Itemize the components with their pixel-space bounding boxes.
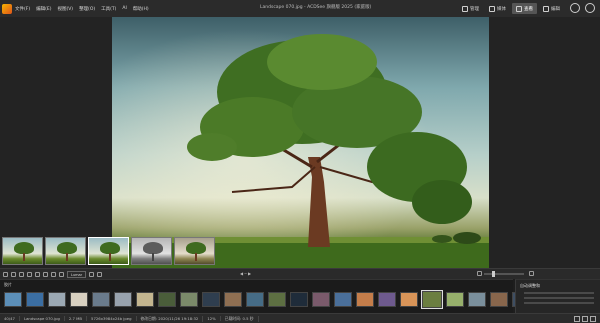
filmstrip-thumb[interactable] bbox=[48, 292, 66, 307]
preset-warm[interactable] bbox=[174, 237, 215, 265]
preset-bw[interactable] bbox=[131, 237, 172, 265]
status-dimensions: 5726x3984x24b jpeg bbox=[87, 316, 137, 321]
grid-view-icon[interactable] bbox=[582, 316, 588, 322]
filmstrip: 胶片 bbox=[0, 279, 596, 313]
zoom-slider[interactable] bbox=[484, 270, 524, 277]
menu-tools[interactable]: 工具(T) bbox=[101, 6, 116, 12]
filmstrip-thumb[interactable] bbox=[378, 292, 396, 307]
info-panel-sliders bbox=[524, 292, 594, 304]
mode-tabs: 管理 媒体 查看 编辑 bbox=[458, 3, 564, 14]
filmstrip-thumb[interactable] bbox=[421, 290, 443, 309]
filmstrip-thumb[interactable] bbox=[158, 292, 176, 307]
info-slider[interactable] bbox=[524, 292, 594, 294]
eye-icon bbox=[516, 5, 522, 12]
histogram-icon[interactable] bbox=[59, 271, 64, 277]
zoom-control bbox=[474, 270, 534, 277]
filmstrip-thumb[interactable] bbox=[446, 292, 464, 307]
filmstrip-row bbox=[4, 290, 596, 309]
preset-vivid[interactable] bbox=[45, 237, 86, 265]
filmstrip-thumb[interactable] bbox=[70, 292, 88, 307]
rotate-left-icon[interactable] bbox=[3, 271, 8, 277]
filmstrip-thumb[interactable] bbox=[334, 292, 352, 307]
filmstrip-thumb[interactable] bbox=[26, 292, 44, 307]
app-logo-icon bbox=[2, 3, 12, 14]
status-load-time: 已载时间: 0.5 秒 bbox=[221, 315, 259, 322]
preset-strip bbox=[2, 237, 215, 265]
info-slider[interactable] bbox=[524, 302, 594, 304]
actual-size-icon[interactable] bbox=[35, 271, 40, 277]
image-viewer[interactable] bbox=[0, 17, 600, 268]
filmstrip-thumb[interactable] bbox=[268, 292, 286, 307]
crop-icon[interactable] bbox=[19, 271, 24, 277]
zoom-out-icon[interactable] bbox=[477, 271, 482, 276]
filmstrip-label: 胶片 bbox=[4, 282, 12, 287]
panel-toggle-icon[interactable] bbox=[590, 316, 596, 322]
preset-bright[interactable] bbox=[88, 237, 129, 265]
zoom-slider-knob[interactable] bbox=[492, 270, 495, 277]
filmstrip-thumb[interactable] bbox=[4, 292, 22, 307]
mode-tab-edit[interactable]: 编辑 bbox=[539, 3, 564, 14]
filmstrip-thumb[interactable] bbox=[490, 292, 508, 307]
filmstrip-thumb[interactable] bbox=[400, 292, 418, 307]
filmstrip-thumb[interactable] bbox=[224, 292, 242, 307]
status-bar: 40/47 Landscape 070.jpg 2.7 MB 5726x3984… bbox=[0, 313, 600, 323]
zoom-in-icon[interactable] bbox=[89, 271, 95, 277]
zoom-out-icon[interactable] bbox=[97, 271, 103, 277]
mode-tab-label: 媒体 bbox=[497, 6, 506, 12]
menu-ai[interactable]: AI bbox=[122, 6, 126, 12]
grid-icon bbox=[462, 5, 468, 12]
status-zoom: 12% bbox=[203, 316, 221, 321]
menu-file[interactable]: 文件(F) bbox=[15, 6, 30, 12]
navigation-arrows[interactable]: ◀ ─ ▶ bbox=[240, 271, 251, 276]
preset-original[interactable] bbox=[2, 237, 43, 265]
main-photo bbox=[112, 17, 489, 268]
compare-icon[interactable] bbox=[43, 271, 48, 277]
filmstrip-thumb[interactable] bbox=[114, 292, 132, 307]
mode-tab-manage[interactable]: 管理 bbox=[458, 3, 483, 14]
filmstrip-thumb[interactable] bbox=[136, 292, 154, 307]
rotate-right-icon[interactable] bbox=[11, 271, 16, 277]
filmstrip-thumb[interactable] bbox=[356, 292, 374, 307]
mode-tab-media[interactable]: 媒体 bbox=[485, 3, 510, 14]
folder-icon bbox=[489, 5, 495, 12]
filmstrip-thumb[interactable] bbox=[468, 292, 486, 307]
mode-tab-label: 编辑 bbox=[551, 6, 560, 12]
adjust-icon[interactable] bbox=[51, 271, 56, 277]
status-index: 40/47 bbox=[0, 316, 20, 321]
menu-edit[interactable]: 编辑(E) bbox=[36, 6, 51, 12]
palette-icon[interactable] bbox=[570, 3, 580, 13]
info-slider[interactable] bbox=[524, 297, 594, 299]
title-bar: 文件(F) 编辑(E) 视图(V) 整理(O) 工具(T) AI 帮助(H) L… bbox=[0, 0, 600, 17]
status-filesize: 2.7 MB bbox=[65, 316, 88, 321]
menu-organize[interactable]: 整理(O) bbox=[79, 6, 95, 12]
info-panel: 自动调整和 bbox=[515, 279, 600, 313]
menu-bar: 文件(F) 编辑(E) 视图(V) 整理(O) 工具(T) AI 帮助(H) bbox=[15, 6, 149, 12]
mode-tab-view[interactable]: 查看 bbox=[512, 3, 537, 14]
filmstrip-thumb[interactable] bbox=[202, 292, 220, 307]
tree-photo-illustration bbox=[112, 17, 489, 268]
account-icon[interactable] bbox=[585, 3, 595, 13]
mode-button[interactable]: Lumar bbox=[67, 270, 87, 278]
viewer-toolbar: Lumar ◀ ─ ▶ bbox=[0, 268, 600, 279]
filmstrip-thumb[interactable] bbox=[312, 292, 330, 307]
mode-tab-label: 管理 bbox=[470, 6, 479, 12]
menu-help[interactable]: 帮助(H) bbox=[133, 6, 149, 12]
filmstrip-thumb[interactable] bbox=[246, 292, 264, 307]
fullscreen-icon[interactable] bbox=[574, 316, 580, 322]
zoom-in-icon[interactable] bbox=[529, 271, 534, 276]
filmstrip-thumb[interactable] bbox=[180, 292, 198, 307]
window-title: Landscape 070.jpg - ACDSee 旗舰版 2025 (家庭版… bbox=[260, 5, 372, 10]
filmstrip-thumb[interactable] bbox=[92, 292, 110, 307]
filmstrip-thumb[interactable] bbox=[290, 292, 308, 307]
mode-tab-label: 查看 bbox=[524, 6, 533, 12]
info-panel-title: 自动调整和 bbox=[520, 283, 540, 288]
status-modified: 修改日期: 2020/11/26 19:18:32 bbox=[137, 315, 204, 322]
brush-icon bbox=[543, 5, 549, 12]
status-filename: Landscape 070.jpg bbox=[20, 316, 65, 321]
menu-view[interactable]: 视图(V) bbox=[57, 6, 73, 12]
fit-icon[interactable] bbox=[27, 271, 32, 277]
